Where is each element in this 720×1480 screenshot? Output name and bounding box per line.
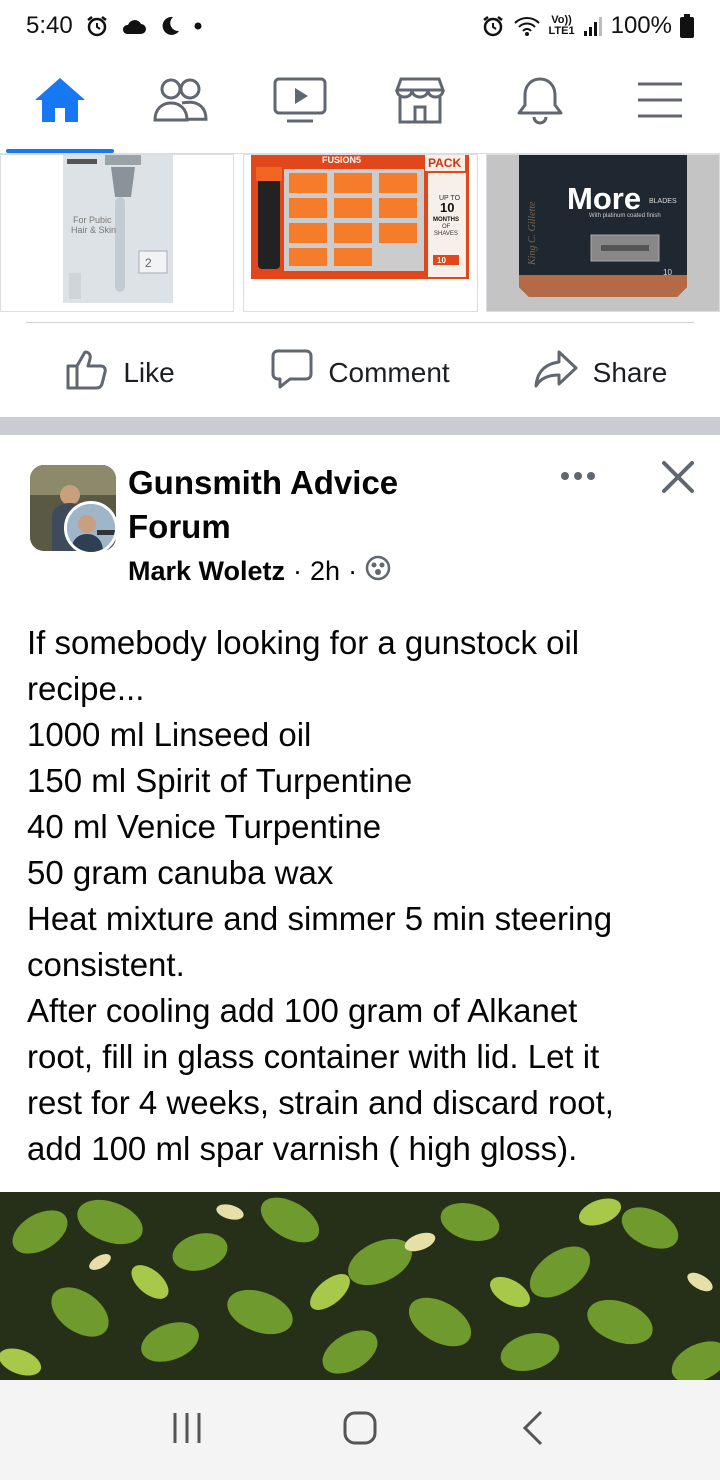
recent-apps-icon xyxy=(170,1411,204,1450)
home-button[interactable] xyxy=(330,1400,390,1460)
more-dot-icon xyxy=(561,472,569,480)
marketplace-icon xyxy=(393,76,447,129)
group-privacy-icon xyxy=(365,555,391,588)
more-dot-icon xyxy=(574,472,582,480)
post-text-line: rest for 4 weeks, strain and discard roo… xyxy=(27,1084,614,1121)
blades-more-label: More xyxy=(567,181,641,216)
comment-bubble-icon xyxy=(270,348,314,397)
recent-apps-button[interactable] xyxy=(157,1400,217,1460)
like-button[interactable]: Like xyxy=(0,348,240,397)
share-label: Share xyxy=(592,356,668,388)
post-text-line: add 100 ml spar varnish ( high gloss). xyxy=(27,1130,578,1167)
alarm-icon xyxy=(481,14,505,38)
meta-separator: · xyxy=(293,556,303,586)
battery-percent: 100% xyxy=(610,12,672,39)
post-text-line: root, fill in glass container with lid. … xyxy=(27,1038,600,1075)
blades-sub1: BLADES xyxy=(649,198,677,205)
feed-separator xyxy=(0,417,720,435)
product-card-blades[interactable]: More BLADES With platinum coated finish … xyxy=(486,154,720,312)
fusion5-months-number: 10 xyxy=(440,200,454,215)
razor-count-badge: 2 xyxy=(145,256,152,270)
back-button[interactable] xyxy=(503,1400,563,1460)
author-name[interactable]: Mark Woletz xyxy=(128,556,285,587)
status-bar: 5:40 Vo)) LTE1 100% xyxy=(0,0,720,52)
status-right: Vo)) LTE1 100% xyxy=(481,12,694,40)
cloud-icon xyxy=(121,16,147,36)
post-text-line: After cooling add 100 gram of Alkanet xyxy=(27,992,578,1029)
notifications-bell-icon xyxy=(516,75,564,130)
tab-friends[interactable] xyxy=(120,52,240,153)
status-left: 5:40 xyxy=(26,12,203,40)
group-name-line2: Forum xyxy=(128,508,231,545)
alarm-icon xyxy=(85,14,109,38)
share-button[interactable]: Share xyxy=(480,349,720,396)
product-card-razor[interactable]: 2 For Pubic Hair & Skin xyxy=(0,154,234,312)
close-icon xyxy=(661,460,695,499)
post-header: Gunsmith Advice Forum Mark Woletz · 2h · xyxy=(0,435,720,605)
comment-label: Comment xyxy=(328,356,450,388)
post-text-line: If somebody looking for a gunstock oil xyxy=(27,624,580,661)
post-actions: Like Comment Share xyxy=(0,335,720,410)
fusion5-count: 10 xyxy=(437,256,446,265)
fusion5-product-image: FUSION5 PACK UP TO 10 MONTHS OF SHAVES 1… xyxy=(251,155,469,279)
post-text-line: Heat mixture and simmer 5 min steering xyxy=(27,900,613,937)
tab-notifications[interactable] xyxy=(480,52,600,153)
razor-product-image: 2 For Pubic Hair & Skin xyxy=(63,155,173,303)
tab-menu[interactable] xyxy=(600,52,720,153)
group-name-link[interactable]: Gunsmith Advice Forum xyxy=(128,461,458,549)
battery-icon xyxy=(680,14,694,38)
do-not-disturb-moon-icon xyxy=(159,15,181,37)
signal-strength-icon xyxy=(583,15,603,37)
comment-button[interactable]: Comment xyxy=(240,348,480,397)
clock: 5:40 xyxy=(26,12,73,39)
like-label: Like xyxy=(123,356,175,388)
fusion5-months: MONTHS xyxy=(433,217,459,223)
group-name-line1: Gunsmith Advice xyxy=(128,464,399,501)
home-circle-icon xyxy=(342,1410,378,1451)
post-text-line: recipe... xyxy=(27,670,145,707)
more-dot-icon xyxy=(587,472,595,480)
friends-icon xyxy=(152,77,208,128)
thumbs-up-icon xyxy=(65,348,109,397)
top-nav-bar xyxy=(0,52,720,154)
post-text-line: 40 ml Venice Turpentine xyxy=(27,808,382,845)
post-meta: Mark Woletz · 2h · xyxy=(128,555,391,588)
home-icon xyxy=(33,76,87,129)
post-text-line: 1000 ml Linseed oil xyxy=(27,716,312,753)
post-time[interactable]: 2h xyxy=(310,556,340,587)
razor-label: For Pubic Hair & Skin xyxy=(71,215,116,235)
fusion5-brand: FUSION5 xyxy=(322,155,361,165)
blades-product-image: More BLADES With platinum coated finish … xyxy=(487,155,719,311)
meta-separator: · xyxy=(348,556,358,586)
tab-home[interactable] xyxy=(0,52,120,153)
post-text-line: consistent. xyxy=(27,946,185,983)
share-arrow-icon xyxy=(533,349,579,396)
post-more-options-button[interactable] xyxy=(556,463,600,489)
fusion5-of: OF xyxy=(442,224,451,230)
video-icon xyxy=(273,76,327,129)
blades-sub2: With platinum coated finish xyxy=(589,213,661,219)
blades-count: 10 xyxy=(663,268,672,277)
post-text-line: 150 ml Spirit of Turpentine xyxy=(27,762,413,799)
post-body-text: If somebody looking for a gunstock oil r… xyxy=(27,620,697,1172)
post-photo-plants[interactable] xyxy=(0,1192,720,1380)
product-carousel: 2 For Pubic Hair & Skin FUSION5 PACK UP T… xyxy=(0,154,720,314)
product-card-fusion5[interactable]: FUSION5 PACK UP TO 10 MONTHS OF SHAVES 1… xyxy=(243,154,478,312)
tab-watch[interactable] xyxy=(240,52,360,153)
divider xyxy=(26,322,694,323)
menu-hamburger-icon xyxy=(636,80,684,125)
hide-post-button[interactable] xyxy=(652,453,704,505)
tab-marketplace[interactable] xyxy=(360,52,480,153)
notification-dot-icon xyxy=(193,21,203,31)
fusion5-shaves: SHAVES xyxy=(434,231,458,237)
post-text-line: 50 gram canuba wax xyxy=(27,854,334,891)
network-type-label: Vo)) LTE1 xyxy=(549,15,575,37)
back-chevron-icon xyxy=(521,1409,545,1452)
author-avatar[interactable] xyxy=(64,501,118,555)
fusion5-pack-label: PACK xyxy=(428,156,461,170)
lte-label: LTE1 xyxy=(548,25,575,37)
android-navigation-bar xyxy=(0,1380,720,1480)
wifi-icon xyxy=(513,15,541,37)
blades-brand-script: King C. Gillette xyxy=(527,201,538,266)
